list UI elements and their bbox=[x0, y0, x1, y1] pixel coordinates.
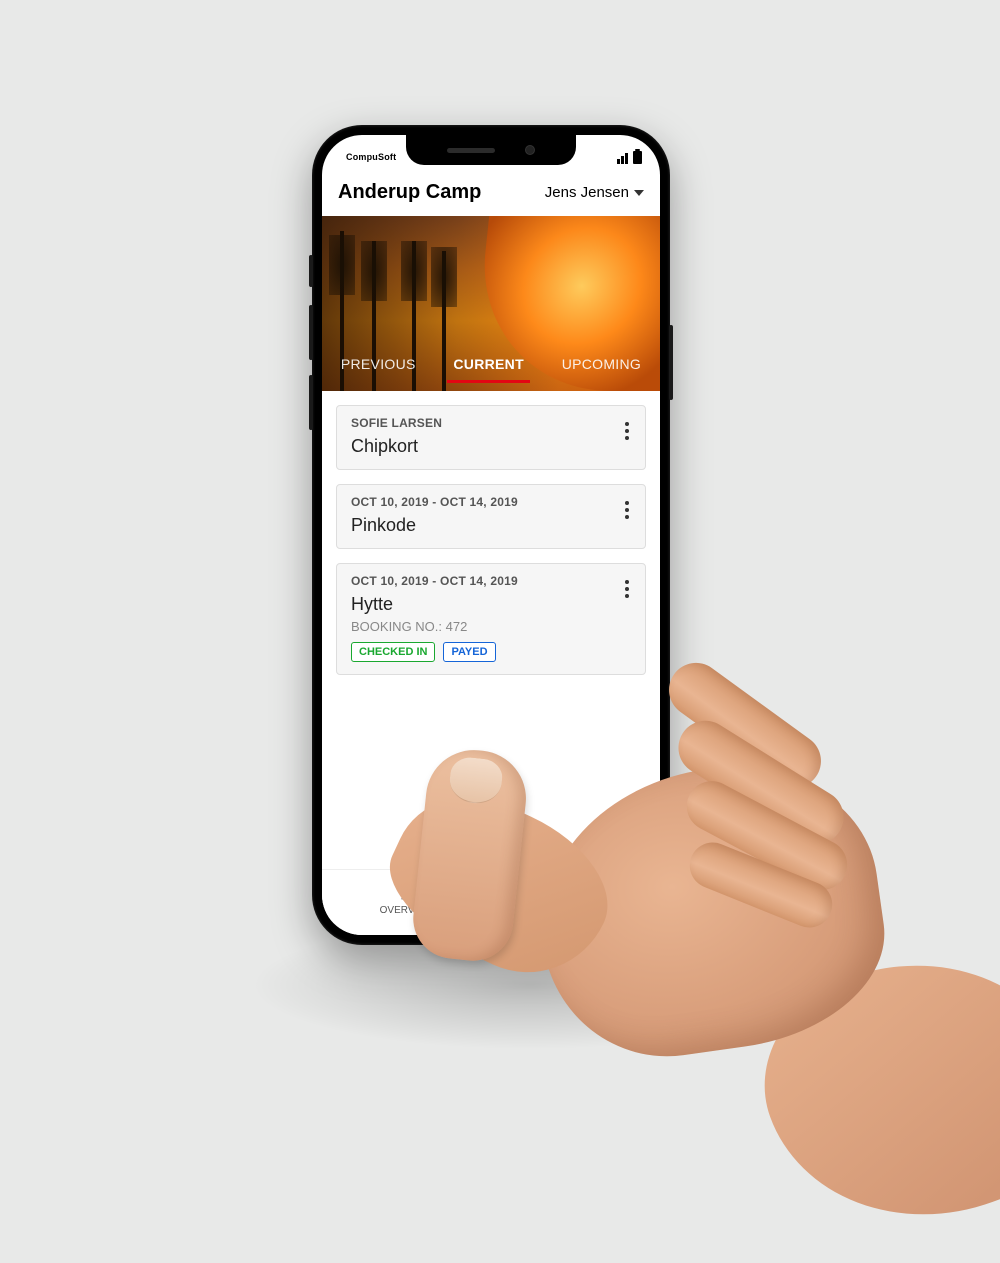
nav-label: MESSAGES bbox=[547, 905, 603, 916]
battery-icon bbox=[633, 151, 642, 164]
page-title: Anderup Camp bbox=[338, 181, 481, 204]
nav-label: OVERVIEW bbox=[380, 905, 434, 916]
hero-image: PREVIOUS CURRENT UPCOMING bbox=[322, 216, 660, 391]
tab-previous[interactable]: PREVIOUS bbox=[335, 352, 422, 383]
app-header: Anderup Camp Jens Jensen bbox=[322, 173, 660, 216]
tab-upcoming[interactable]: UPCOMING bbox=[556, 352, 647, 383]
card-subtitle: OCT 10, 2019 - OCT 14, 2019 bbox=[351, 495, 631, 509]
tab-current[interactable]: CURRENT bbox=[447, 352, 530, 383]
phone-frame: CompuSoft Anderup Camp Jens Jensen PREVI… bbox=[312, 125, 670, 945]
card-title: Pinkode bbox=[351, 515, 631, 536]
card-subtitle: OCT 10, 2019 - OCT 14, 2019 bbox=[351, 574, 631, 588]
list-item[interactable]: OCT 10, 2019 - OCT 14, 2019 Hytte BOOKIN… bbox=[336, 563, 646, 675]
chevron-down-icon bbox=[634, 190, 644, 196]
list-item[interactable]: OCT 10, 2019 - OCT 14, 2019 Pinkode bbox=[336, 484, 646, 549]
bell-icon bbox=[565, 881, 587, 903]
card-list: SOFIE LARSEN Chipkort OCT 10, 2019 - OCT… bbox=[322, 391, 660, 703]
volume-up-button bbox=[309, 305, 313, 360]
card-title: Chipkort bbox=[351, 436, 631, 457]
status-badges: CHECKED IN PAYED bbox=[351, 642, 631, 662]
status-badge-payed: PAYED bbox=[443, 642, 495, 662]
speaker-grille bbox=[447, 148, 495, 153]
home-icon bbox=[396, 881, 418, 903]
more-menu-button[interactable] bbox=[621, 418, 633, 444]
status-badge-checked-in: CHECKED IN bbox=[351, 642, 435, 662]
user-dropdown[interactable]: Jens Jensen bbox=[545, 184, 644, 201]
tabs: PREVIOUS CURRENT UPCOMING bbox=[322, 342, 660, 391]
list-item[interactable]: SOFIE LARSEN Chipkort bbox=[336, 405, 646, 470]
power-button bbox=[669, 325, 673, 400]
phone-notch bbox=[406, 135, 576, 165]
more-menu-button[interactable] bbox=[621, 497, 633, 523]
bottom-nav: OVERVIEW MESSAGES bbox=[322, 869, 660, 935]
booking-number: BOOKING NO.: 472 bbox=[351, 619, 631, 634]
signal-icon bbox=[617, 153, 628, 164]
phone-screen: CompuSoft Anderup Camp Jens Jensen PREVI… bbox=[322, 135, 660, 935]
nav-overview[interactable]: OVERVIEW bbox=[322, 870, 491, 935]
more-menu-button[interactable] bbox=[621, 576, 633, 602]
status-brand: CompuSoft bbox=[346, 152, 396, 162]
card-subtitle: SOFIE LARSEN bbox=[351, 416, 631, 430]
card-title: Hytte bbox=[351, 594, 631, 615]
nav-messages[interactable]: MESSAGES bbox=[491, 870, 660, 935]
user-name: Jens Jensen bbox=[545, 184, 629, 201]
front-camera bbox=[525, 145, 535, 155]
volume-down-button bbox=[309, 375, 313, 430]
mute-switch bbox=[309, 255, 313, 287]
